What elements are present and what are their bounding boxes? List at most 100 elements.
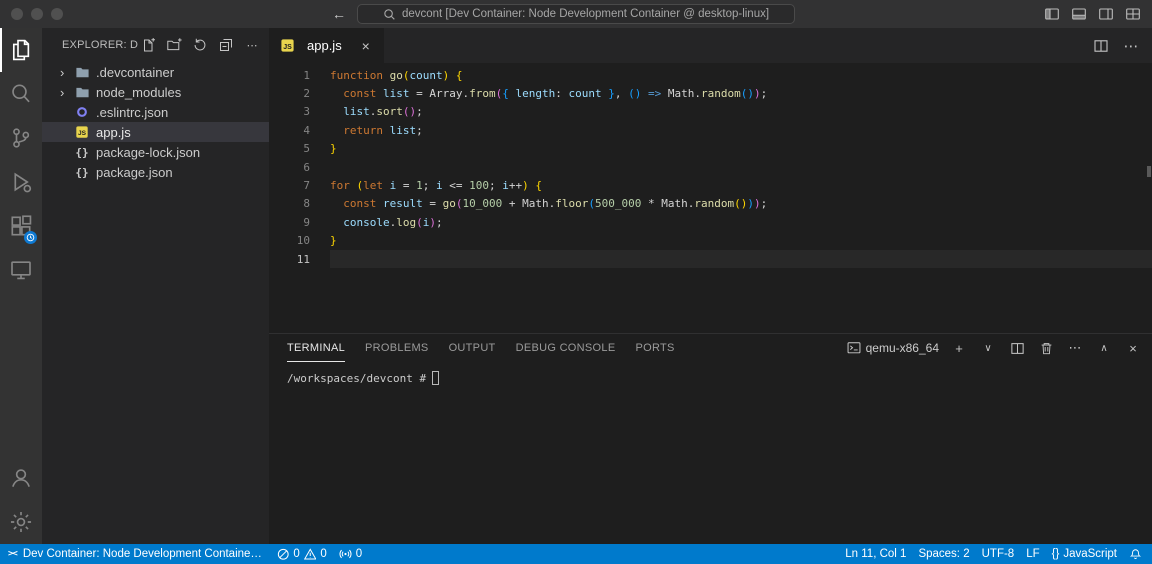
cursor-position-indicator[interactable]: Ln 11, Col 1 — [839, 544, 912, 564]
line-text: return list; — [310, 124, 423, 137]
activity-remote-explorer-button[interactable] — [0, 248, 42, 292]
panel-tab-problems[interactable]: PROBLEMS — [365, 334, 429, 362]
json-icon: {} — [74, 164, 90, 180]
customize-layout-icon[interactable] — [1124, 5, 1142, 23]
explorer-toolbar: ⋯ — [139, 36, 261, 54]
close-panel-icon[interactable]: × — [1124, 339, 1142, 357]
activity-explorer-button[interactable] — [0, 28, 42, 72]
activity-extensions-button[interactable] — [0, 204, 42, 248]
editor-more-icon[interactable]: ⋯ — [1122, 37, 1140, 55]
terminal-shell-selector[interactable]: qemu-x86_64 — [847, 341, 939, 355]
ports-indicator[interactable]: 0 — [333, 544, 368, 564]
bell-icon — [1129, 548, 1142, 561]
activity-search-button[interactable] — [0, 72, 42, 116]
eol-indicator[interactable]: LF — [1020, 544, 1045, 564]
encoding-label: UTF-8 — [982, 548, 1015, 560]
close-window-button[interactable] — [11, 8, 23, 20]
back-icon[interactable]: ← — [332, 6, 346, 22]
collapse-folders-icon[interactable] — [217, 36, 235, 54]
code-line-5[interactable]: 5} — [269, 140, 1152, 158]
tab-label: app.js — [307, 38, 342, 53]
remote-indicator[interactable]: >< Dev Container: Node Development Conta… — [0, 544, 271, 564]
warnings-icon — [304, 548, 317, 561]
problems-indicator[interactable]: 0 0 — [271, 544, 333, 564]
split-terminal-icon[interactable] — [1008, 339, 1026, 357]
code-line-1[interactable]: 1function go(count) { — [269, 66, 1152, 84]
chevron-right-icon[interactable]: › — [60, 86, 74, 99]
terminal-icon — [847, 341, 861, 355]
refresh-icon[interactable] — [191, 36, 209, 54]
panel-actions: qemu-x86_64 + ∨ — [847, 339, 1142, 357]
kill-terminal-icon[interactable] — [1037, 339, 1055, 357]
file-name: .eslintrc.json — [96, 105, 168, 120]
terminal-dropdown-icon[interactable]: ∨ — [979, 339, 997, 357]
files-icon — [9, 38, 33, 62]
remote-explorer-icon — [9, 258, 33, 282]
tree-item-app.js[interactable]: JSapp.js — [42, 122, 269, 142]
code-line-11[interactable]: 11 — [269, 250, 1152, 268]
encoding-indicator[interactable]: UTF-8 — [976, 544, 1021, 564]
tree-item-.devcontainer[interactable]: ›.devcontainer — [42, 62, 269, 82]
panel-tab-output[interactable]: OUTPUT — [449, 334, 496, 362]
line-number: 7 — [269, 179, 310, 192]
split-editor-icon[interactable] — [1092, 37, 1110, 55]
extensions-badge-clock-icon — [24, 231, 37, 244]
code-line-3[interactable]: 3 list.sort(); — [269, 103, 1152, 121]
accounts-button[interactable] — [0, 456, 42, 500]
panel-tab-debug-console[interactable]: DEBUG CONSOLE — [516, 334, 616, 362]
code-line-8[interactable]: 8 const result = go(10_000 + Math.floor(… — [269, 195, 1152, 213]
new-terminal-icon[interactable]: + — [950, 339, 968, 357]
code-line-7[interactable]: 7for (let i = 1; i <= 100; i++) { — [269, 176, 1152, 194]
titlebar: ← → devcont [Dev Container: Node Develop… — [0, 0, 1152, 28]
tab-close-icon[interactable]: × — [358, 38, 374, 54]
panel-header: TERMINAL PROBLEMS OUTPUT DEBUG CONSOLE PORTS… — [269, 334, 1152, 362]
terminal[interactable]: /workspaces/devcont # — [269, 362, 1152, 544]
toggle-panel-icon[interactable] — [1070, 5, 1088, 23]
json-icon: {} — [74, 144, 90, 160]
zoom-window-button[interactable] — [51, 8, 63, 20]
toggle-secondary-sidebar-icon[interactable] — [1097, 5, 1115, 23]
activity-source-control-button[interactable] — [0, 116, 42, 160]
js-file-icon: JS — [279, 38, 295, 54]
line-col-label: Ln 11, Col 1 — [845, 548, 906, 560]
remote-icon: >< — [8, 549, 17, 559]
explorer-sidebar: EXPLORER: D… — [42, 28, 269, 544]
indentation-indicator[interactable]: Spaces: 2 — [912, 544, 975, 564]
code-editor[interactable]: 1function go(count) {2 const list = Arra… — [269, 63, 1152, 333]
panel-tab-terminal[interactable]: TERMINAL — [287, 334, 345, 362]
line-text: function go(count) { — [310, 69, 462, 82]
editor-group: JS app.js × ⋯ 1function go(count) — [269, 28, 1152, 544]
command-center[interactable]: devcont [Dev Container: Node Development… — [357, 4, 795, 24]
minimize-window-button[interactable] — [31, 8, 43, 20]
code-line-4[interactable]: 4 return list; — [269, 121, 1152, 139]
radio-tower-icon — [339, 548, 352, 560]
tree-item-package-lock.json[interactable]: {}package-lock.json — [42, 142, 269, 162]
code-line-9[interactable]: 9 console.log(i); — [269, 213, 1152, 231]
tree-item-.eslintrc.json[interactable]: .eslintrc.json — [42, 102, 269, 122]
code-line-6[interactable]: 6 — [269, 158, 1152, 176]
more-actions-icon[interactable]: ⋯ — [243, 36, 261, 54]
account-icon — [9, 466, 33, 490]
maximize-panel-icon[interactable]: ∧ — [1095, 339, 1113, 357]
tree-item-node_modules[interactable]: ›node_modules — [42, 82, 269, 102]
panel-tabs: TERMINAL PROBLEMS OUTPUT DEBUG CONSOLE PORTS — [287, 334, 695, 362]
panel-tab-ports[interactable]: PORTS — [635, 334, 674, 362]
new-file-icon[interactable] — [139, 36, 157, 54]
code-line-2[interactable]: 2 const list = Array.from({ length: coun… — [269, 84, 1152, 102]
notifications-indicator[interactable] — [1123, 544, 1152, 564]
tree-item-package.json[interactable]: {}package.json — [42, 162, 269, 182]
new-folder-icon[interactable] — [165, 36, 183, 54]
run-debug-icon — [9, 170, 33, 194]
toggle-sidebar-icon[interactable] — [1043, 5, 1061, 23]
code-line-10[interactable]: 10} — [269, 232, 1152, 250]
ports-count: 0 — [356, 548, 362, 560]
line-number: 5 — [269, 142, 310, 155]
language-indicator[interactable]: {} JavaScript — [1046, 544, 1123, 564]
window-controls — [11, 8, 63, 20]
chevron-right-icon[interactable]: › — [60, 66, 74, 79]
source-control-icon — [9, 126, 33, 150]
settings-button[interactable] — [0, 500, 42, 544]
tab-app-js[interactable]: JS app.js × — [269, 28, 384, 63]
activity-run-debug-button[interactable] — [0, 160, 42, 204]
panel-more-icon[interactable]: ⋯ — [1066, 339, 1084, 357]
